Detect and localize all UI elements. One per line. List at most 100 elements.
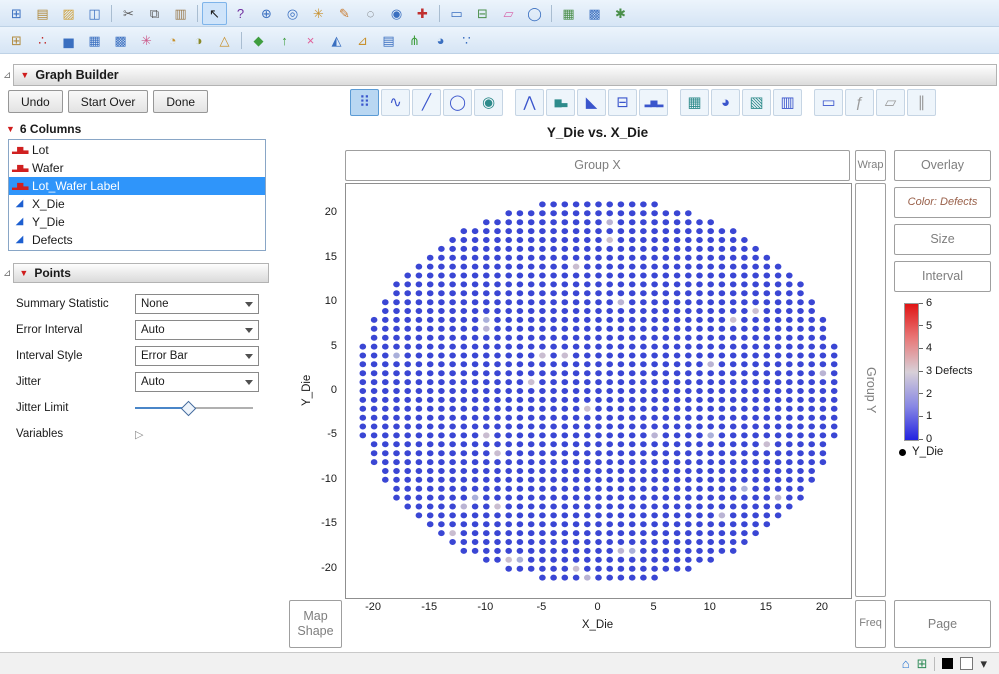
defects-legend-tick: 1 bbox=[919, 410, 932, 422]
column-item[interactable]: ▂▆▃Wafer bbox=[9, 159, 265, 177]
copy-icon[interactable]: ⧉ bbox=[142, 2, 167, 25]
layered-chart-icon[interactable]: ◭ bbox=[324, 29, 349, 52]
marker-white-swatch[interactable] bbox=[960, 657, 973, 670]
line-of-fit-element-icon[interactable]: ╱ bbox=[412, 89, 441, 116]
list-check-icon[interactable]: ⊟ bbox=[470, 2, 495, 25]
ruler-triangle-icon[interactable]: ⊿ bbox=[350, 29, 375, 52]
control-chart-icon[interactable]: ▦ bbox=[82, 29, 107, 52]
gear-plus-icon[interactable]: ✱ bbox=[608, 2, 633, 25]
defects-legend-tick: 2 bbox=[919, 388, 932, 400]
crosshair-tool-icon[interactable]: ⊕ bbox=[254, 2, 279, 25]
cells-icon[interactable]: ▩ bbox=[108, 29, 133, 52]
column-item[interactable]: ▂▆▃Lot bbox=[9, 141, 265, 159]
error-interval-select[interactable]: Auto bbox=[135, 320, 259, 340]
line-element-icon[interactable]: ⋀ bbox=[515, 89, 544, 116]
variables-disclosure-icon[interactable]: ▷ bbox=[135, 428, 143, 441]
arrow-tool-icon[interactable]: ↖ bbox=[202, 2, 227, 25]
paste-icon[interactable]: ▥ bbox=[168, 2, 193, 25]
help-tool-icon[interactable]: ? bbox=[228, 2, 253, 25]
drop-zone-freq[interactable]: Freq bbox=[855, 600, 886, 648]
home-icon[interactable]: ⌂ bbox=[902, 657, 910, 670]
star-burst-icon[interactable]: ✳ bbox=[134, 29, 159, 52]
oval-icon[interactable]: ◯ bbox=[522, 2, 547, 25]
polygon-icon[interactable]: ▱ bbox=[496, 2, 521, 25]
open-icon[interactable]: ▨ bbox=[56, 2, 81, 25]
summary-statistic-select[interactable]: None bbox=[135, 294, 259, 314]
columns-red-triangle-icon[interactable]: ▼ bbox=[6, 125, 15, 134]
defects-color-gradient-legend[interactable] bbox=[904, 303, 919, 441]
drop-zone-map-shape[interactable]: Map Shape bbox=[289, 600, 342, 648]
drop-zone-color[interactable]: Color: Defects bbox=[894, 187, 991, 218]
new-journal-icon[interactable]: ▤ bbox=[30, 2, 55, 25]
save-icon[interactable]: ◫ bbox=[82, 2, 107, 25]
bar-element-icon[interactable]: ▆▃ bbox=[546, 89, 575, 116]
wafer-map-plot[interactable] bbox=[345, 183, 852, 599]
grid-chart-icon[interactable]: ▤ bbox=[376, 29, 401, 52]
points-red-triangle-icon[interactable]: ▼ bbox=[19, 269, 28, 278]
done-button[interactable]: Done bbox=[153, 90, 208, 113]
tree-up-icon[interactable]: ↑ bbox=[272, 29, 297, 52]
jitter-limit-slider[interactable] bbox=[135, 401, 253, 415]
pink-x-icon[interactable]: × bbox=[298, 29, 323, 52]
red-triangle-menu-icon[interactable]: ▼ bbox=[20, 71, 29, 80]
zoom-tool-icon[interactable]: ◎ bbox=[280, 2, 305, 25]
histogram-element-icon[interactable]: ▂▅▂ bbox=[639, 89, 668, 116]
points-collapse-icon[interactable]: ⊿ bbox=[3, 268, 11, 279]
annotate-tool-icon[interactable]: ✚ bbox=[410, 2, 435, 25]
ellipse-element-icon[interactable]: ◯ bbox=[443, 89, 472, 116]
heatmap-element-icon[interactable]: ▦ bbox=[680, 89, 709, 116]
swirl-pie-icon[interactable]: ◔ bbox=[160, 29, 185, 52]
drop-zone-page[interactable]: Page bbox=[894, 600, 991, 648]
drop-zone-interval[interactable]: Interval bbox=[894, 261, 991, 292]
brush-tool-icon[interactable]: ✎ bbox=[332, 2, 357, 25]
marker-dropdown-icon[interactable]: ▾ bbox=[980, 657, 987, 670]
pie-chart-icon[interactable]: ◕ bbox=[428, 29, 453, 52]
green-diamond-icon[interactable]: ◆ bbox=[246, 29, 271, 52]
drop-zone-wrap[interactable]: Wrap bbox=[855, 150, 886, 181]
half-circle-icon[interactable]: ◑ bbox=[186, 29, 211, 52]
column-item[interactable]: ◢Y_Die bbox=[9, 213, 265, 231]
box-plot-element-icon[interactable]: ⊟ bbox=[608, 89, 637, 116]
smoother-element-icon[interactable]: ∿ bbox=[381, 89, 410, 116]
column-item[interactable]: ◢X_Die bbox=[9, 195, 265, 213]
column-item-label: Defects bbox=[32, 233, 73, 247]
column-info-icon[interactable]: ▩ bbox=[582, 2, 607, 25]
drop-zone-group-y[interactable]: Group Y bbox=[855, 183, 886, 597]
bar-analysis-icon[interactable]: ▅ bbox=[56, 29, 81, 52]
start-over-button[interactable]: Start Over bbox=[68, 90, 149, 113]
y-tick-label: 15 bbox=[287, 251, 337, 263]
interval-style-select[interactable]: Error Bar bbox=[135, 346, 259, 366]
lasso-tool-icon[interactable]: ◌ bbox=[358, 2, 383, 25]
control-panel: Undo Start Over Done ▼ 6 Columns ▂▆▃Lot▂… bbox=[0, 88, 287, 652]
slider-thumb[interactable] bbox=[181, 401, 197, 417]
grabber-tool-icon[interactable]: ✳ bbox=[306, 2, 331, 25]
journal-page-icon[interactable]: ⊞ bbox=[4, 29, 29, 52]
jitter-select[interactable]: Auto bbox=[135, 372, 259, 392]
data-grid-icon[interactable]: ▦ bbox=[556, 2, 581, 25]
pie-element-icon[interactable]: ◕ bbox=[711, 89, 740, 116]
column-item[interactable]: ◢Defects bbox=[9, 231, 265, 249]
undo-button[interactable]: Undo bbox=[8, 90, 63, 113]
magnifier-tool-icon[interactable]: ◉ bbox=[384, 2, 409, 25]
scatter-cross-icon[interactable]: ∵ bbox=[454, 29, 479, 52]
drop-zone-overlay[interactable]: Overlay bbox=[894, 150, 991, 181]
cut-icon[interactable]: ✂ bbox=[116, 2, 141, 25]
window-tile-icon[interactable]: ⊞ bbox=[917, 657, 928, 670]
drop-zone-size[interactable]: Size bbox=[894, 224, 991, 255]
triangle-hazard-icon[interactable]: △ bbox=[212, 29, 237, 52]
dot-plot-icon[interactable]: ∴ bbox=[30, 29, 55, 52]
branch-icon[interactable]: ⋔ bbox=[402, 29, 427, 52]
area-element-icon[interactable]: ◣ bbox=[577, 89, 606, 116]
mosaic-element-icon[interactable]: ▥ bbox=[773, 89, 802, 116]
new-data-table-icon[interactable]: ⊞ bbox=[4, 2, 29, 25]
column-item[interactable]: ▂▆▃Lot_Wafer Label bbox=[9, 177, 265, 195]
points-element-icon[interactable]: ⠿ bbox=[350, 89, 379, 116]
caption-box-element-icon[interactable]: ▭ bbox=[814, 89, 843, 116]
contour-element-icon[interactable]: ◉ bbox=[474, 89, 503, 116]
defects-legend-tick: 0 bbox=[919, 433, 932, 445]
selection-icon[interactable]: ▭ bbox=[444, 2, 469, 25]
treemap-element-icon[interactable]: ▧ bbox=[742, 89, 771, 116]
marker-black-swatch[interactable] bbox=[942, 658, 953, 669]
drop-zone-group-x[interactable]: Group X bbox=[345, 150, 850, 181]
outline-collapse-icon[interactable]: ⊿ bbox=[3, 70, 11, 81]
